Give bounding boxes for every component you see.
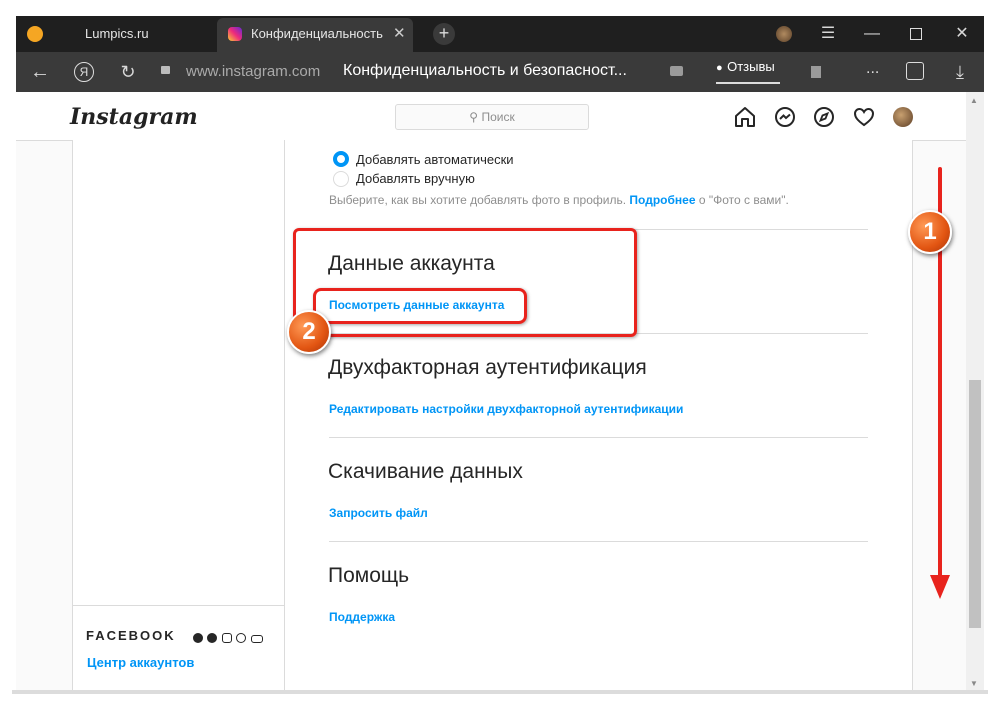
tab-label: Lumpics.ru <box>85 26 149 41</box>
home-icon[interactable] <box>733 105 757 129</box>
step-badge-1: 1 <box>908 210 952 254</box>
instagram-favicon-icon <box>228 27 242 41</box>
maximize-icon[interactable] <box>910 28 922 40</box>
minimize-icon[interactable]: — <box>860 14 884 54</box>
radio-manual-add[interactable] <box>333 171 349 187</box>
facebook-icon <box>193 633 203 643</box>
photo-help-prefix: Выберите, как вы хотите добавлять фото в… <box>329 193 627 207</box>
divider <box>329 437 868 438</box>
photo-help-more-link[interactable]: Подробнее <box>629 193 695 207</box>
extensions-icon[interactable] <box>906 62 924 80</box>
support-link[interactable]: Поддержка <box>329 610 395 624</box>
scrollbar-thumb[interactable] <box>969 380 981 628</box>
back-icon[interactable]: ← <box>28 52 52 92</box>
accounts-center-link[interactable]: Центр аккаунтов <box>87 655 194 670</box>
request-file-link[interactable]: Запросить файл <box>329 506 428 520</box>
tab-lumpics[interactable]: Lumpics.ru <box>60 16 215 52</box>
settings-container <box>72 140 913 694</box>
edit-two-factor-link[interactable]: Редактировать настройки двухфакторной ау… <box>329 402 683 416</box>
close-window-icon[interactable]: ✕ <box>950 14 974 54</box>
lock-icon <box>161 66 170 74</box>
photo-help-text: Выберите, как вы хотите добавлять фото в… <box>329 193 789 207</box>
messenger-small-icon <box>207 633 218 643</box>
reload-icon[interactable]: ↻ <box>116 52 140 92</box>
browser-logo-icon[interactable] <box>27 26 43 42</box>
view-data-link-highlight <box>313 288 527 324</box>
whatsapp-icon <box>236 633 247 643</box>
reviews-button[interactable]: ● Отзывы <box>716 58 780 84</box>
menu-icon[interactable]: ☰ <box>816 14 840 54</box>
step-badge-2: 2 <box>287 310 331 354</box>
address-page-title: Конфиденциальность и безопасност... <box>343 62 627 79</box>
meta-apps-icons <box>193 630 263 648</box>
tab-label: Конфиденциальность и <box>251 26 386 41</box>
oculus-icon <box>250 635 263 643</box>
activity-heart-icon[interactable] <box>852 105 876 129</box>
instagram-logo[interactable]: Instagram <box>70 104 198 130</box>
new-tab-button[interactable]: + <box>433 23 455 45</box>
instagram-small-icon <box>221 633 232 643</box>
sidebar-footer-divider <box>72 605 284 606</box>
download-icon[interactable]: ⤓ <box>948 52 972 92</box>
speech-bubble-icon: ● <box>716 62 723 74</box>
yandex-icon[interactable]: Я <box>74 62 94 82</box>
more-icon[interactable]: ... <box>866 60 879 78</box>
help-title: Помощь <box>328 564 410 587</box>
address-url: www.instagram.com <box>186 63 321 80</box>
scroll-up-arrow-icon[interactable]: ▲ <box>970 96 978 105</box>
tab-instagram[interactable]: Конфиденциальность и ✕ <box>217 18 413 52</box>
explore-icon[interactable] <box>812 105 836 129</box>
user-avatar[interactable] <box>893 107 913 127</box>
bookmark-icon[interactable] <box>811 66 821 78</box>
download-data-title: Скачивание данных <box>328 460 523 483</box>
two-factor-title: Двухфакторная аутентификация <box>328 356 647 379</box>
tab-close-icon[interactable]: ✕ <box>393 24 406 42</box>
reviews-label: Отзывы <box>727 59 775 74</box>
radio-auto-add-label: Добавлять автоматически <box>356 152 514 167</box>
divider <box>329 541 868 542</box>
scroll-down-arrow-icon[interactable]: ▼ <box>970 679 978 688</box>
search-icon: ⚲ <box>469 110 479 124</box>
radio-auto-add[interactable] <box>333 151 349 167</box>
facebook-label: FACEBOOK <box>86 628 176 643</box>
photo-help-suffix: о "Фото с вами". <box>698 193 789 207</box>
window-bottom-border <box>12 690 988 694</box>
search-input[interactable]: ⚲ Поиск <box>395 104 589 130</box>
profile-avatar-icon[interactable] <box>776 26 792 42</box>
radio-manual-add-label: Добавлять вручную <box>356 171 475 186</box>
messenger-icon[interactable] <box>773 105 797 129</box>
search-placeholder: Поиск <box>481 110 515 124</box>
sidebar-divider <box>284 140 285 694</box>
message-icon[interactable] <box>670 66 683 76</box>
